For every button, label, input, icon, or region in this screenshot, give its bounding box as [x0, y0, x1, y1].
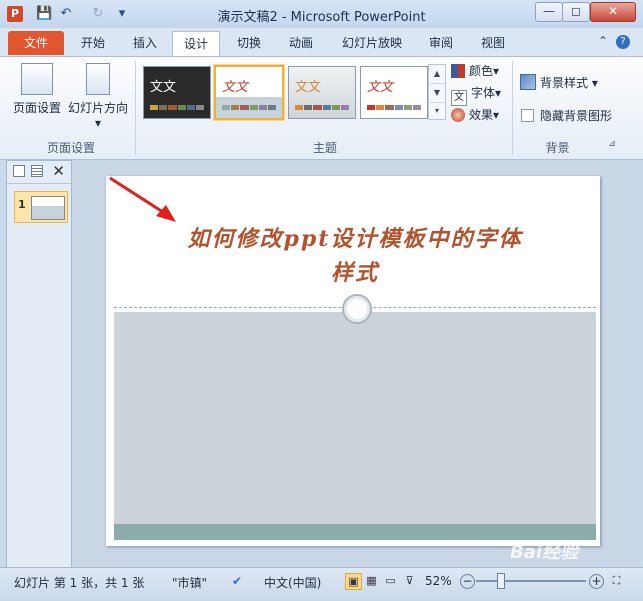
- theme-2-swatches: [222, 105, 277, 110]
- slide-title-text[interactable]: 如何修改ppt设计模板中的字体 样式: [150, 222, 560, 290]
- annotation-arrow-icon: [109, 176, 176, 222]
- theme-4-swatches: [367, 105, 422, 110]
- theme-3-swatches: [295, 105, 350, 110]
- tab-file[interactable]: 文件: [8, 31, 64, 55]
- group-label-themes: 主题: [312, 141, 337, 155]
- title-bar: P 💾 ↶ ↻ ▾ 演示文稿2 - Microsoft PowerPoint —…: [0, 0, 643, 28]
- effects-icon: [451, 108, 465, 122]
- gallery-more-icon[interactable]: ▾: [429, 103, 445, 119]
- zoom-out-icon[interactable]: −: [460, 574, 475, 589]
- restore-button[interactable]: ◻: [562, 2, 590, 22]
- tab-slideshow[interactable]: 幻灯片放映: [336, 31, 408, 55]
- ribbon-tab-row: 文件 开始 插入 设计 切换 动画 幻灯片放映 审阅 视图 ⌃ ?: [0, 28, 643, 56]
- tab-review[interactable]: 审阅: [420, 31, 462, 55]
- slide-orientation-caret: ▾: [94, 116, 102, 130]
- gallery-scroll-up-icon[interactable]: ▲: [429, 65, 445, 84]
- group-divider: [512, 61, 513, 155]
- page-setup-icon: [21, 63, 53, 95]
- colors-caret: ▾: [493, 64, 500, 78]
- page-setup-button[interactable]: 页面设置: [10, 63, 64, 116]
- theme-thumbnail-1[interactable]: 文文: [143, 66, 211, 119]
- zoom-in-icon[interactable]: +: [589, 574, 604, 589]
- tab-design[interactable]: 设计: [172, 31, 220, 56]
- background-styles-icon: [520, 74, 536, 90]
- theme-thumbnail-2-selected[interactable]: 文文: [214, 65, 284, 120]
- fonts-icon: 文: [451, 90, 467, 106]
- tab-transitions[interactable]: 切换: [228, 31, 270, 55]
- tab-view[interactable]: 视图: [472, 31, 514, 55]
- theme-gallery-scroll[interactable]: ▲ ▼ ▾: [428, 64, 446, 120]
- slide-circle-ornament: [342, 294, 372, 324]
- background-styles-label: 背景样式: [540, 76, 589, 90]
- minimize-ribbon-icon[interactable]: ⌃: [598, 34, 608, 48]
- theme-effects-button[interactable]: 效果▾: [451, 106, 499, 123]
- background-dialog-launcher-icon[interactable]: ⊿: [606, 139, 618, 149]
- hide-background-graphics-label: 隐藏背景图形: [540, 109, 613, 123]
- effects-caret: ▾: [493, 108, 500, 122]
- zoom-slider-handle[interactable]: [497, 573, 505, 589]
- reading-view-icon[interactable]: ▭: [383, 573, 398, 588]
- zoom-level[interactable]: 52%: [425, 574, 452, 588]
- slides-panel-header: ✕: [7, 161, 71, 184]
- slides-tab-icon[interactable]: [13, 165, 25, 177]
- ribbon: 页面设置 幻灯片方向 ▾ 页面设置 文文 文文 文文 文文 ▲ ▼ ▾ 颜色▾ …: [0, 56, 643, 160]
- theme-fonts-button[interactable]: 文字体▾: [451, 84, 501, 106]
- theme-2-title: 文文: [222, 80, 249, 95]
- group-divider: [135, 61, 136, 155]
- page-setup-label: 页面设置: [12, 101, 61, 115]
- fonts-caret: ▾: [495, 86, 502, 100]
- slide-title-line-1: 如何修改ppt设计模板中的字体: [187, 226, 523, 252]
- spell-check-icon[interactable]: ✔: [232, 574, 242, 588]
- status-bar: 幻灯片 第 1 张，共 1 张 "市镇" ✔ 中文(中国) ▣ ▦ ▭ ⊽ 52…: [0, 542, 643, 601]
- background-styles-button[interactable]: 背景样式 ▾: [520, 74, 598, 91]
- close-panel-icon[interactable]: ✕: [52, 162, 65, 180]
- close-button[interactable]: ✕: [590, 2, 636, 22]
- normal-view-icon[interactable]: ▣: [345, 573, 362, 590]
- group-label-background: 背景: [545, 141, 570, 155]
- theme-3-title: 文文: [295, 80, 322, 95]
- slide-number: 1: [18, 198, 26, 211]
- slide-orientation-label: 幻灯片方向: [67, 101, 128, 115]
- help-icon[interactable]: ?: [616, 35, 630, 49]
- hide-background-graphics-checkbox[interactable]: 隐藏背景图形: [521, 107, 612, 124]
- zoom-slider[interactable]: [476, 580, 586, 582]
- fonts-label: 字体: [471, 86, 496, 100]
- language-status[interactable]: 中文(中国): [264, 574, 321, 591]
- slide-title-line-2: 样式: [330, 260, 379, 286]
- slide-orientation-icon: [86, 63, 110, 95]
- tab-insert[interactable]: 插入: [124, 31, 166, 55]
- theme-colors-button[interactable]: 颜色▾: [451, 62, 499, 79]
- checkbox-icon[interactable]: [521, 109, 534, 122]
- slide-orientation-button[interactable]: 幻灯片方向 ▾: [66, 63, 130, 130]
- group-label-page-setup: 页面设置: [46, 141, 95, 155]
- tab-home[interactable]: 开始: [72, 31, 114, 55]
- outline-tab-icon[interactable]: [31, 165, 43, 177]
- theme-1-swatches: [150, 105, 205, 110]
- colors-label: 颜色: [469, 64, 494, 78]
- gallery-scroll-down-icon[interactable]: ▼: [429, 84, 445, 103]
- slide-thumbnail-image: [31, 196, 65, 220]
- slide-sorter-icon[interactable]: ▦: [364, 573, 379, 588]
- minimize-button[interactable]: —: [535, 2, 563, 22]
- fit-to-window-icon[interactable]: ⛶: [609, 573, 624, 588]
- slide-count-status: 幻灯片 第 1 张，共 1 张: [14, 576, 145, 590]
- colors-icon: [451, 64, 465, 78]
- theme-thumbnail-4[interactable]: 文文: [360, 66, 428, 119]
- slideshow-view-icon[interactable]: ⊽: [402, 573, 417, 588]
- theme-name-status: "市镇": [172, 576, 208, 590]
- slide-body-band: [114, 312, 596, 524]
- background-styles-caret: ▾: [591, 76, 598, 90]
- watermark-logo: Bai经验: [510, 542, 579, 563]
- tab-animations[interactable]: 动画: [280, 31, 322, 55]
- effects-label: 效果: [469, 108, 494, 122]
- theme-1-title: 文文: [150, 80, 177, 95]
- theme-thumbnail-3[interactable]: 文文: [288, 66, 356, 119]
- slides-panel: ✕ 1: [6, 160, 72, 569]
- theme-4-title: 文文: [367, 80, 394, 95]
- slide-thumbnail-1[interactable]: 1: [14, 191, 68, 223]
